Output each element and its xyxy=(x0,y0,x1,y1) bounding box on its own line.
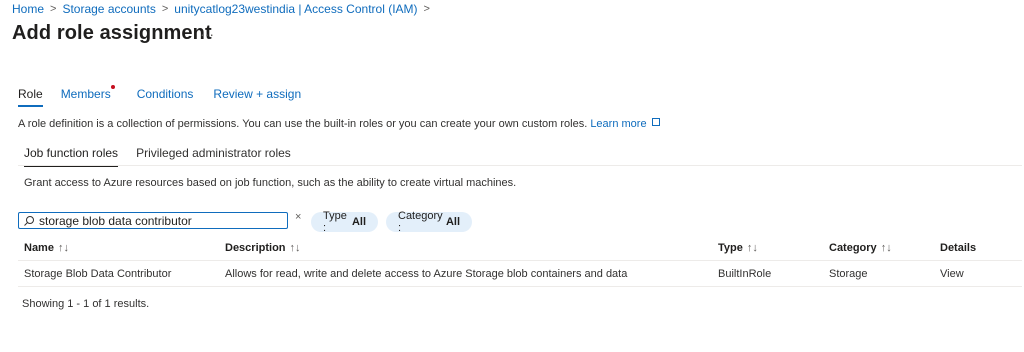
column-header-name-label: Name xyxy=(24,242,54,254)
tab-members-label: Members xyxy=(60,87,111,101)
breadcrumb-home[interactable]: Home xyxy=(12,2,44,16)
category-filter-label: Category : xyxy=(398,210,443,234)
column-header-name[interactable]: Name ↑↓ xyxy=(24,242,69,254)
tab-job-function-roles[interactable]: Job function roles xyxy=(24,146,119,167)
role-description: A role definition is a collection of per… xyxy=(18,118,660,130)
chevron-right-icon: > xyxy=(50,3,57,15)
breadcrumb: Home > Storage accounts > unitycatlog23w… xyxy=(12,2,430,16)
chevron-right-icon: > xyxy=(161,3,169,15)
column-header-description[interactable]: Description ↑↓ xyxy=(225,242,301,254)
clear-search-icon[interactable]: × xyxy=(295,211,301,223)
tab-members[interactable]: Members xyxy=(60,85,115,101)
column-header-category[interactable]: Category ↑↓ xyxy=(829,242,892,254)
sort-icon: ↑↓ xyxy=(746,242,758,254)
divider xyxy=(18,286,1022,287)
external-link-icon xyxy=(651,118,660,126)
results-count: Showing 1 - 1 of 1 results. xyxy=(22,298,150,310)
category-filter-pill[interactable]: Category : All xyxy=(386,210,472,234)
view-details-link[interactable]: View xyxy=(940,268,964,280)
category-filter-value: All xyxy=(445,216,460,228)
tab-role[interactable]: Role xyxy=(18,87,43,107)
divider xyxy=(18,260,1022,261)
table-row-category: Storage xyxy=(829,268,868,280)
column-header-type-label: Type xyxy=(718,242,743,254)
sort-icon: ↑↓ xyxy=(880,242,892,254)
column-header-category-label: Category xyxy=(829,242,877,254)
column-header-details-label: Details xyxy=(940,242,977,254)
required-dot-icon xyxy=(110,85,115,89)
sort-icon: ↑↓ xyxy=(57,242,69,254)
chevron-right-icon: > xyxy=(423,3,430,15)
column-header-type[interactable]: Type ↑↓ xyxy=(718,242,758,254)
search-icon xyxy=(24,215,34,226)
type-filter-value: All xyxy=(351,216,366,228)
job-function-description: Grant access to Azure resources based on… xyxy=(24,177,517,189)
role-type-tabs: Job function roles Privileged administra… xyxy=(24,146,291,167)
table-row-description: Allows for read, write and delete access… xyxy=(225,268,628,280)
sort-icon: ↑↓ xyxy=(289,242,301,254)
learn-more-link[interactable]: Learn more xyxy=(590,118,646,130)
search-box[interactable] xyxy=(18,212,288,229)
table-row-type: BuiltInRole xyxy=(718,268,772,280)
role-description-text: A role definition is a collection of per… xyxy=(18,118,588,130)
tab-privileged-admin-roles[interactable]: Privileged administrator roles xyxy=(136,146,291,160)
more-options-icon[interactable]: ··· xyxy=(200,26,214,42)
breadcrumb-access-control[interactable]: unitycatlog23westindia | Access Control … xyxy=(174,2,417,16)
type-filter-label: Type : xyxy=(323,210,347,234)
breadcrumb-storage-accounts[interactable]: Storage accounts xyxy=(62,2,155,16)
tab-conditions[interactable]: Conditions xyxy=(137,87,194,101)
type-filter-pill[interactable]: Type : All xyxy=(311,210,378,234)
column-header-description-label: Description xyxy=(225,242,286,254)
tab-review-assign[interactable]: Review + assign xyxy=(213,87,301,101)
table-row-name[interactable]: Storage Blob Data Contributor xyxy=(24,268,171,280)
page-title: Add role assignment xyxy=(12,22,212,44)
divider xyxy=(18,165,1022,166)
search-input[interactable] xyxy=(35,213,269,228)
wizard-tabs: Role Members Conditions Review + assign xyxy=(18,85,301,107)
column-header-details: Details xyxy=(940,242,976,254)
